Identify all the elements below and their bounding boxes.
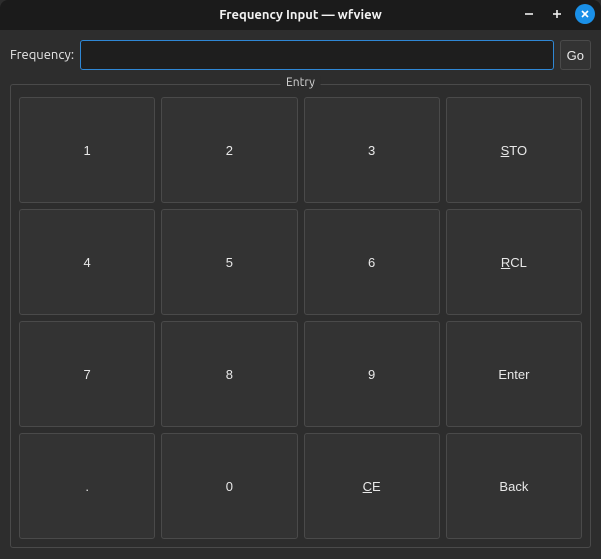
minimize-button[interactable] <box>519 4 539 24</box>
key-5[interactable]: 5 <box>161 209 297 315</box>
key-1[interactable]: 1 <box>19 97 155 203</box>
window-title: Frequency Input — wfview <box>219 8 382 22</box>
key-8[interactable]: 8 <box>161 321 297 427</box>
close-button[interactable] <box>575 4 595 24</box>
titlebar: Frequency Input — wfview <box>0 0 601 30</box>
key-dot[interactable]: . <box>19 433 155 539</box>
rcl-rest: CL <box>510 255 527 270</box>
key-enter[interactable]: Enter <box>446 321 582 427</box>
window-controls <box>519 4 595 24</box>
key-2[interactable]: 2 <box>161 97 297 203</box>
key-0[interactable]: 0 <box>161 433 297 539</box>
rcl-accel: R <box>501 255 510 270</box>
keypad: 1 2 3 STO 4 5 6 RCL 7 8 9 Enter . 0 CE B… <box>19 97 582 539</box>
key-sto[interactable]: STO <box>446 97 582 203</box>
ce-rest: E <box>372 479 381 494</box>
minimize-icon <box>523 8 535 20</box>
key-3[interactable]: 3 <box>304 97 440 203</box>
key-7[interactable]: 7 <box>19 321 155 427</box>
key-rcl[interactable]: RCL <box>446 209 582 315</box>
key-back[interactable]: Back <box>446 433 582 539</box>
frequency-label: Frequency: <box>10 48 74 62</box>
ce-accel: C <box>363 479 372 494</box>
close-icon <box>580 9 590 19</box>
frequency-input[interactable] <box>80 40 554 70</box>
content-area: Frequency: Go Entry 1 2 3 STO 4 5 6 RCL … <box>0 30 601 558</box>
maximize-icon <box>551 8 563 20</box>
frequency-row: Frequency: Go <box>10 40 591 70</box>
go-button[interactable]: Go <box>560 40 591 70</box>
key-6[interactable]: 6 <box>304 209 440 315</box>
sto-accel: S <box>501 143 510 158</box>
key-4[interactable]: 4 <box>19 209 155 315</box>
entry-legend: Entry <box>280 76 321 89</box>
entry-group: Entry 1 2 3 STO 4 5 6 RCL 7 8 9 Enter . … <box>10 84 591 548</box>
key-9[interactable]: 9 <box>304 321 440 427</box>
maximize-button[interactable] <box>547 4 567 24</box>
key-ce[interactable]: CE <box>304 433 440 539</box>
sto-rest: TO <box>509 143 527 158</box>
